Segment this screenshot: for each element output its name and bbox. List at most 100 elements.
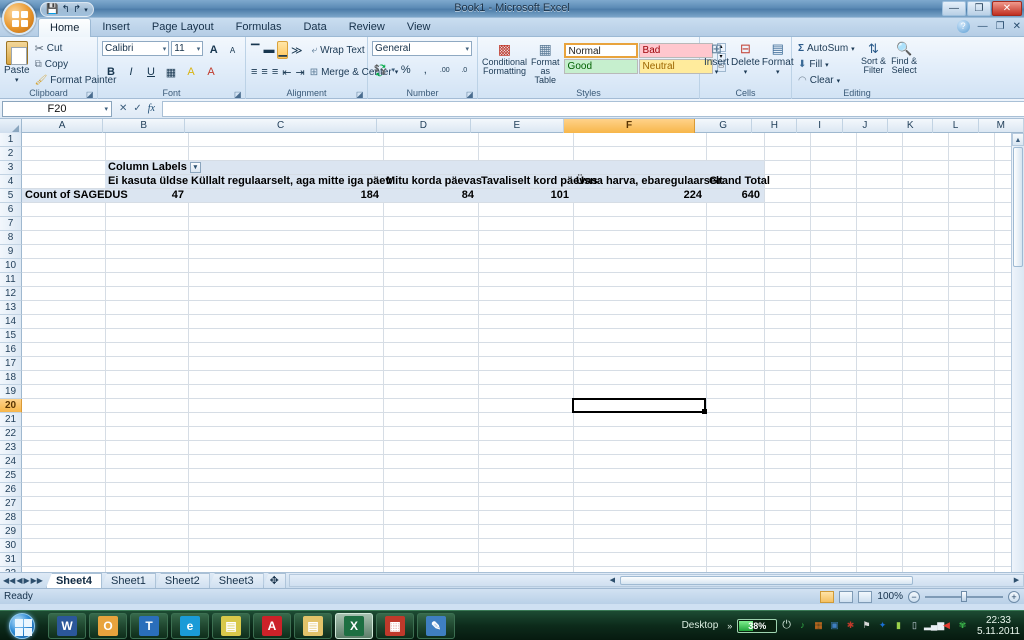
paste-button[interactable]: Paste ▾ <box>4 41 30 84</box>
row-header-2[interactable]: 2 <box>0 147 22 161</box>
zoom-slider-knob[interactable] <box>961 591 967 602</box>
pivot-value-cell[interactable]: 101 <box>478 189 572 202</box>
pivot-header-cell[interactable]: Üsna harva, ebaregulaarselt <box>573 175 723 188</box>
delete-chevron-down-icon[interactable]: ▾ <box>744 68 748 76</box>
row-header-3[interactable]: 3 <box>0 161 22 175</box>
column-header-A[interactable]: A <box>22 119 104 133</box>
comma-style-button[interactable]: , <box>417 61 435 79</box>
autosum-chevron-down-icon[interactable]: ▾ <box>851 45 855 53</box>
clock[interactable]: 22:33 5.11.2011 <box>974 615 1020 637</box>
insert-function-icon[interactable]: fx <box>148 103 155 114</box>
font-name-combo[interactable]: Calibri ▾ <box>102 41 170 56</box>
row-header-19[interactable]: 19 <box>0 385 22 399</box>
horizontal-scrollbar[interactable]: ◀ ▶ <box>288 574 1024 587</box>
row-header-5[interactable]: 5 <box>0 189 22 203</box>
align-right-button[interactable]: ≡ <box>271 63 279 81</box>
battery-indicator[interactable]: 38% <box>737 618 778 633</box>
select-all-button[interactable] <box>0 119 22 133</box>
sheet-tab-sheet3[interactable]: Sheet3 <box>208 573 264 588</box>
page-break-view-icon[interactable] <box>858 590 873 603</box>
row-header-6[interactable]: 6 <box>0 203 22 217</box>
column-header-G[interactable]: G <box>695 119 753 133</box>
tab-insert[interactable]: Insert <box>91 18 141 37</box>
zoom-in-button[interactable]: + <box>1008 590 1020 603</box>
column-header-M[interactable]: M <box>979 119 1024 133</box>
row-header-25[interactable]: 25 <box>0 469 22 483</box>
save-icon[interactable]: 💾 <box>46 4 58 15</box>
column-header-B[interactable]: B <box>103 119 186 133</box>
outlook-taskbar-icon[interactable]: O <box>89 612 127 639</box>
clear-button[interactable]: ◠ Clear ▾ <box>796 73 857 88</box>
row-header-26[interactable]: 26 <box>0 483 22 497</box>
accounting-format-button[interactable]: 💱 <box>372 61 390 79</box>
cell-area[interactable]: Column Labels ▾ Ei kasuta üldse Küllalt reg… <box>22 133 1024 572</box>
thunderbird-taskbar-icon[interactable]: T <box>130 612 168 639</box>
row-header-15[interactable]: 15 <box>0 329 22 343</box>
row-header-9[interactable]: 9 <box>0 245 22 259</box>
fill-button[interactable]: ⬇ Fill ▾ <box>796 57 857 72</box>
internet-explorer-taskbar-icon[interactable]: e <box>171 612 209 639</box>
customize-qat-icon[interactable]: ▾ <box>84 6 88 14</box>
help-icon[interactable]: ? <box>956 20 970 33</box>
font-dialog-launcher[interactable]: ◪ <box>234 90 243 99</box>
start-button[interactable] <box>0 612 44 640</box>
spss-taskbar-icon[interactable]: ▦ <box>376 612 414 639</box>
update-tray-icon[interactable]: ▦ <box>812 619 825 632</box>
paint-taskbar-icon[interactable]: ✎ <box>417 612 455 639</box>
normal-view-icon[interactable] <box>820 590 835 603</box>
display-tray-icon[interactable]: ▣ <box>828 619 841 632</box>
row-header-31[interactable]: 31 <box>0 553 22 567</box>
format-as-table-button[interactable]: ▦ Format as Table <box>531 41 560 85</box>
pivot-value-cell[interactable]: 84 <box>383 189 477 202</box>
find-select-button[interactable]: 🔍 Find & Select <box>890 41 918 75</box>
tab-review[interactable]: Review <box>338 18 396 37</box>
column-header-K[interactable]: K <box>888 119 934 133</box>
zoom-slider[interactable] <box>925 591 1003 602</box>
column-header-L[interactable]: L <box>933 119 979 133</box>
orientation-button[interactable]: ≫ <box>290 41 304 59</box>
number-format-combo[interactable]: General ▾ <box>372 41 472 56</box>
insert-cells-button[interactable]: ⊞ Insert ▾ <box>704 41 729 76</box>
fill-handle[interactable] <box>702 409 707 414</box>
delete-cells-button[interactable]: ⊟ Delete ▾ <box>731 41 760 76</box>
pivot-value-cell[interactable]: 184 <box>188 189 382 202</box>
column-header-H[interactable]: H <box>752 119 798 133</box>
row-header-11[interactable]: 11 <box>0 273 22 287</box>
grow-font-button[interactable]: A <box>205 41 222 59</box>
cell-style-normal[interactable]: Normal <box>563 43 638 58</box>
row-header-1[interactable]: 1 <box>0 133 22 147</box>
row-header-13[interactable]: 13 <box>0 301 22 315</box>
vertical-scroll-thumb[interactable] <box>1013 147 1023 267</box>
file-explorer-taskbar-icon[interactable]: ▤ <box>294 612 332 639</box>
pivot-header-cell[interactable]: Tavaliselt kord päevas <box>478 175 598 188</box>
pivot-column-labels-cell[interactable]: Column Labels ▾ <box>105 161 201 174</box>
pivot-value-cell[interactable]: 640 <box>706 189 763 202</box>
row-header-20[interactable]: 20 <box>0 399 22 413</box>
selected-cell-F20[interactable] <box>572 398 707 414</box>
sticky-notes-taskbar-icon[interactable]: ▤ <box>212 612 250 639</box>
bold-button[interactable]: B <box>102 63 120 81</box>
close-button[interactable]: ✕ <box>992 1 1022 16</box>
row-header-32[interactable]: 32 <box>0 567 22 572</box>
row-header-29[interactable]: 29 <box>0 525 22 539</box>
row-header-14[interactable]: 14 <box>0 315 22 329</box>
autosum-button[interactable]: Σ AutoSum ▾ <box>796 41 857 56</box>
adobe-reader-taskbar-icon[interactable]: A <box>253 612 291 639</box>
pivot-header-cell[interactable]: Grand Total <box>706 175 770 188</box>
number-dialog-launcher[interactable]: ◪ <box>466 90 475 99</box>
percent-style-button[interactable]: % <box>397 61 415 79</box>
pivot-row-label-cell[interactable]: Count of SAGEDUS <box>22 189 128 202</box>
horizontal-scroll-thumb[interactable] <box>619 576 914 585</box>
ribbon-restore-button[interactable]: ❐ <box>996 21 1005 32</box>
enter-formula-icon[interactable]: ✓ <box>133 103 141 114</box>
column-header-I[interactable]: I <box>797 119 843 133</box>
network-tray-icon[interactable]: ▂▄▆ <box>924 619 944 632</box>
format-chevron-down-icon[interactable]: ▾ <box>776 68 780 76</box>
tab-formulas[interactable]: Formulas <box>225 18 293 37</box>
tab-page-layout[interactable]: Page Layout <box>141 18 225 37</box>
last-sheet-icon[interactable]: ▶▶ <box>31 576 43 585</box>
align-center-button[interactable]: ≡ <box>260 63 268 81</box>
row-header-10[interactable]: 10 <box>0 259 22 273</box>
row-header-30[interactable]: 30 <box>0 539 22 553</box>
show-desktop-label[interactable]: Desktop <box>678 620 723 631</box>
